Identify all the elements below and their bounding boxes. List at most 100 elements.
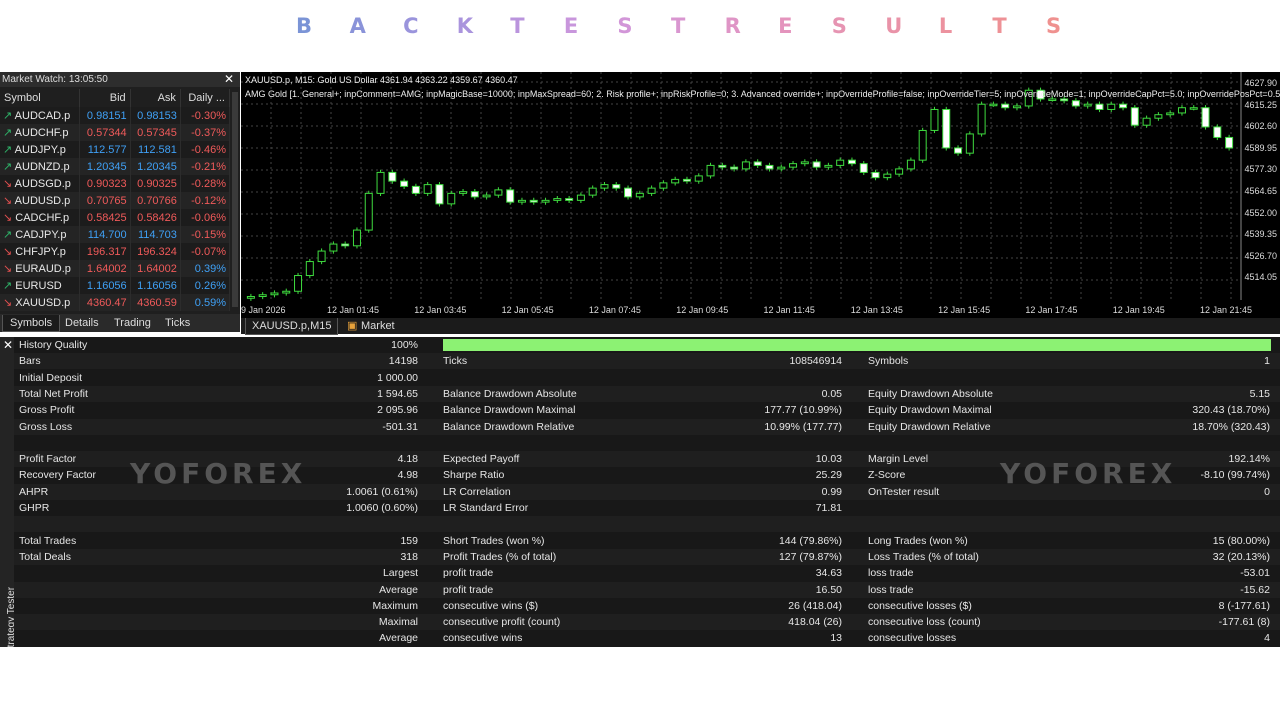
- market-row[interactable]: ↗ AUDNZD.p 1.20345 1.20345 -0.21%: [0, 158, 231, 175]
- stat-value: 5.15: [1249, 387, 1270, 400]
- candle: [1083, 103, 1092, 107]
- stat-value: 108546914: [789, 355, 842, 368]
- stat-label: GHPR: [19, 502, 50, 514]
- ask-value: 1.64002: [130, 260, 181, 277]
- candle: [965, 133, 974, 154]
- y-tick-label: 4514.05: [1244, 272, 1277, 283]
- market-row[interactable]: ↗ AUDCAD.p 0.98151 0.98153 -0.30%: [0, 107, 231, 124]
- candle: [694, 175, 703, 182]
- candle: [753, 161, 762, 166]
- candle: [812, 161, 821, 168]
- tester-row: [14, 581, 1280, 598]
- tab-market[interactable]: Market: [355, 318, 401, 334]
- y-tick-label: 4577.30: [1244, 164, 1277, 175]
- ask-value: 114.703: [130, 226, 181, 243]
- banner-letter: S: [831, 14, 847, 38]
- bid-value: 1.64002: [79, 260, 131, 277]
- stat-label: Balance Drawdown Absolute: [443, 387, 577, 400]
- stat-value: 8 (-177.61): [1218, 599, 1270, 612]
- stat-label: Balance Drawdown Relative: [443, 420, 575, 433]
- candle: [800, 161, 809, 165]
- x-tick-label: 12 Jan 11:45: [763, 305, 815, 315]
- watermark-text: YOFOREX: [130, 457, 307, 490]
- ask-value: 0.58426: [130, 209, 181, 226]
- stat-label: consecutive wins: [443, 632, 523, 645]
- y-tick-label: 4602.60: [1244, 121, 1277, 132]
- candle: [1119, 103, 1128, 109]
- stat-label: consecutive losses ($): [868, 599, 972, 612]
- market-row[interactable]: ↘ AUDSGD.p 0.90323 0.90325 -0.28%: [0, 175, 231, 192]
- banner-letter: T: [510, 14, 525, 38]
- col-daily[interactable]: Daily ...: [180, 89, 231, 107]
- bid-value: 0.58425: [79, 209, 131, 226]
- close-icon[interactable]: ✕: [224, 72, 234, 86]
- col-symbol[interactable]: Symbol: [0, 89, 81, 107]
- tester-row: [14, 548, 1280, 565]
- tester-row: [14, 369, 1280, 386]
- candle: [1130, 107, 1139, 126]
- x-tick-label: 12 Jan 17:45: [1025, 305, 1078, 315]
- candle: [765, 164, 774, 170]
- tab-details[interactable]: Details: [58, 315, 106, 331]
- tab-trading[interactable]: Trading: [107, 315, 158, 331]
- trend-down-icon: ↘: [3, 246, 13, 258]
- price-chart[interactable]: XAUUSD.p, M15: Gold US Dollar 4361.94 43…: [241, 72, 1280, 318]
- market-watch-tabs: Symbols Details Trading Ticks: [0, 314, 240, 332]
- stat-value: 418.04 (26): [788, 616, 842, 629]
- stat-value: 144 (79.86%): [778, 534, 842, 547]
- stat-label: Average: [379, 632, 418, 645]
- candle: [859, 163, 868, 173]
- market-row[interactable]: ↘ AUDUSD.p 0.70765 0.70766 -0.12%: [0, 192, 231, 209]
- stat-value: [1120, 435, 1270, 451]
- stat-value: [700, 370, 842, 386]
- stat-value: 1 000.00: [377, 371, 418, 384]
- tab-symbols[interactable]: Symbols: [2, 315, 61, 332]
- stat-label: Gross Loss: [19, 420, 73, 433]
- tester-row: [14, 532, 1280, 549]
- stat-label: Recovery Factor: [19, 469, 97, 482]
- y-tick-label: 4615.25: [1244, 99, 1277, 110]
- market-row[interactable]: ↘ CHFJPY.p 196.317 196.324 -0.07%: [0, 243, 231, 260]
- ask-value: 0.90325: [130, 175, 181, 192]
- market-row[interactable]: ↘ XAUUSD.p 4360.47 4360.59 0.59%: [0, 294, 231, 311]
- ask-value: 4360.59: [130, 294, 181, 311]
- candle: [270, 292, 279, 296]
- x-tick-label: 12 Jan 19:45: [1112, 305, 1165, 315]
- close-icon[interactable]: ✕: [3, 338, 13, 352]
- trend-up-icon: ↗: [3, 161, 13, 173]
- market-row[interactable]: ↗ CADJPY.p 114.700 114.703 -0.15%: [0, 226, 231, 243]
- market-row[interactable]: ↗ AUDCHF.p 0.57344 0.57345 -0.37%: [0, 124, 231, 141]
- daily-change: -0.46%: [180, 141, 231, 158]
- candle: [1107, 103, 1116, 110]
- market-row[interactable]: ↗ AUDJPY.p 112.577 112.581 -0.46%: [0, 141, 231, 158]
- banner-letter: C: [403, 14, 419, 38]
- candle: [1060, 98, 1069, 102]
- scrollbar[interactable]: [232, 92, 238, 307]
- trend-down-icon: ↘: [3, 297, 13, 309]
- tab-ticks[interactable]: Ticks: [158, 315, 197, 331]
- candle: [258, 294, 267, 298]
- bid-value: 0.57344: [79, 124, 131, 141]
- market-row[interactable]: ↘ EURAUD.p 1.64002 1.64002 0.39%: [0, 260, 231, 277]
- ask-value: 0.98153: [130, 107, 181, 124]
- stat-label: Expected Payoff: [443, 453, 520, 466]
- stat-label: loss trade: [868, 583, 914, 596]
- stat-label: consecutive losses: [868, 632, 957, 645]
- candle: [954, 147, 963, 154]
- col-ask[interactable]: Ask: [130, 89, 181, 107]
- candle: [624, 187, 633, 198]
- market-row[interactable]: ↗ EURUSD 1.16056 1.16056 0.26%: [0, 277, 231, 294]
- candle: [376, 171, 385, 194]
- ask-value: 112.581: [130, 141, 181, 158]
- ask-value: 196.324: [130, 243, 181, 260]
- market-row[interactable]: ↘ CADCHF.p 0.58425 0.58426 -0.06%: [0, 209, 231, 226]
- col-bid[interactable]: Bid: [79, 89, 131, 107]
- stat-label: Initial Deposit: [19, 371, 83, 384]
- trend-up-icon: ↗: [3, 127, 13, 139]
- stat-label: profit trade: [443, 583, 494, 596]
- candle: [741, 161, 750, 170]
- daily-change: -0.06%: [180, 209, 231, 226]
- stat-value: [700, 516, 842, 532]
- tab-chart-xauusd[interactable]: XAUUSD.p,M15: [245, 318, 339, 335]
- stat-value: 0.99: [821, 485, 842, 498]
